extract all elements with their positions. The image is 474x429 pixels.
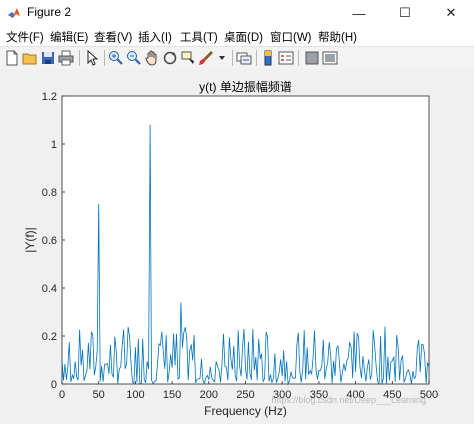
x-tick-label: 0 (59, 389, 65, 401)
pointer-icon[interactable] (84, 50, 100, 66)
toolbar-separator (232, 50, 233, 66)
pan-icon[interactable] (144, 50, 160, 66)
open-file-icon[interactable] (22, 50, 38, 66)
print-icon[interactable] (58, 50, 74, 66)
legend-icon[interactable] (278, 50, 294, 66)
y-tick-label: 0.2 (42, 331, 57, 343)
menu-desktop[interactable]: 桌面(D) (224, 29, 263, 45)
y-tick-label: 1 (51, 139, 57, 151)
brush-dropdown-icon[interactable] (214, 50, 230, 66)
toolbar-separator (298, 50, 299, 66)
menu-insert[interactable]: 插入(I) (138, 29, 172, 45)
figure-canvas: y(t) 单边振幅频谱 Frequency (Hz) |Y(f)| 0 50 100… (0, 69, 474, 424)
menu-window[interactable]: 窗口(W) (270, 29, 312, 45)
new-figure-icon[interactable] (4, 50, 20, 66)
watermark-text: https://blog.csdn.net/Deep___Learning (271, 395, 426, 405)
x-tick-label: 150 (163, 389, 181, 401)
spectrum-plot[interactable]: y(t) 单边振幅频谱 Frequency (Hz) |Y(f)| 0 50 100… (0, 69, 474, 424)
x-tick-label: 200 (200, 389, 218, 401)
x-tick-label: 50 (93, 389, 105, 401)
menu-tools[interactable]: 工具(T) (180, 29, 218, 45)
toolbar-separator (256, 50, 257, 66)
y-tick-label: 0.4 (42, 283, 57, 295)
window-title: Figure 2 (27, 5, 72, 19)
y-tick-label: 0 (51, 379, 57, 391)
toolbar (0, 46, 474, 70)
chart-title: y(t) 单边振幅频谱 (199, 79, 292, 94)
hide-plot-tools-icon[interactable] (304, 50, 320, 66)
toolbar-separator (104, 50, 105, 66)
menu-help[interactable]: 帮助(H) (318, 29, 357, 45)
menu-edit[interactable]: 编辑(E) (50, 29, 88, 45)
menu-view[interactable]: 查看(V) (94, 29, 132, 45)
link-plot-icon[interactable] (236, 50, 252, 66)
x-tick-label: 250 (236, 389, 254, 401)
title-bar: Figure 2 — ☐ ✕ (0, 0, 474, 26)
y-tick-label: 0.6 (42, 235, 57, 247)
minimize-button[interactable]: — (336, 0, 382, 26)
menu-file[interactable]: 文件(F) (6, 29, 44, 45)
close-button[interactable]: ✕ (428, 0, 474, 26)
zoom-out-icon[interactable] (126, 50, 142, 66)
toolbar-separator (79, 50, 80, 66)
matlab-app-icon (8, 8, 20, 18)
maximize-button[interactable]: ☐ (382, 0, 428, 26)
brush-icon[interactable] (198, 50, 214, 66)
menu-bar: 文件(F) 编辑(E) 查看(V) 插入(I) 工具(T) 桌面(D) 窗口(W… (0, 26, 474, 46)
x-axis-label: Frequency (Hz) (204, 404, 287, 418)
y-tick-label: 0.8 (42, 187, 57, 199)
colorbar-icon[interactable] (260, 50, 276, 66)
x-tick-label: 100 (126, 389, 144, 401)
zoom-in-icon[interactable] (108, 50, 124, 66)
y-tick-label: 1.2 (42, 91, 57, 103)
data-cursor-icon[interactable] (180, 50, 196, 66)
save-icon[interactable] (40, 50, 56, 66)
y-axis-label: |Y(f)| (23, 227, 37, 253)
rotate-3d-icon[interactable] (162, 50, 178, 66)
show-plot-tools-icon[interactable] (322, 50, 338, 66)
